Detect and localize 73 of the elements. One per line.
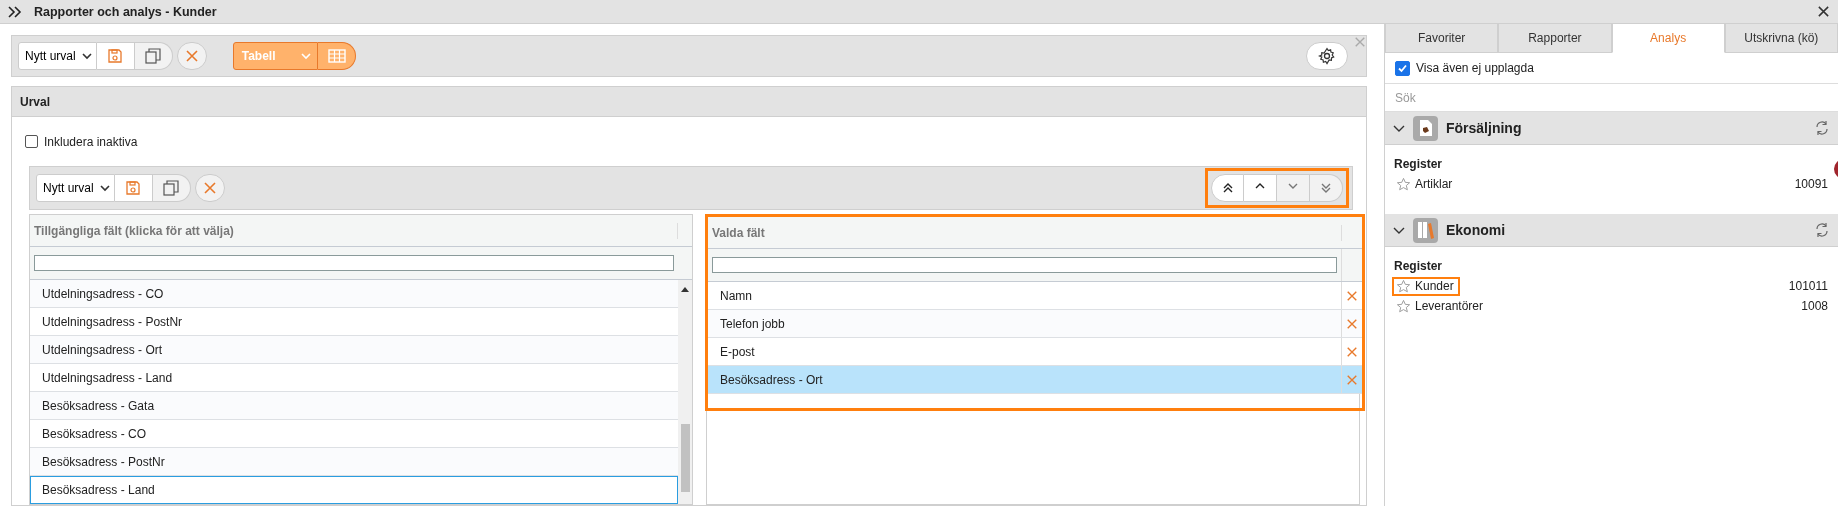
double-chevron-down-icon (1320, 182, 1332, 194)
double-chevron-right-icon[interactable] (8, 5, 22, 18)
list-row[interactable]: Besöksadress - Gata (30, 392, 678, 420)
report-number: 1008 (1801, 299, 1828, 313)
copy-button[interactable] (152, 174, 191, 202)
settings-icon (1318, 47, 1336, 65)
star-icon[interactable] (1396, 278, 1411, 294)
tab[interactable]: Rapporter (1498, 24, 1612, 53)
close-icon (184, 49, 199, 63)
settings-button[interactable] (1306, 42, 1348, 70)
checkbox[interactable] (1395, 60, 1410, 76)
move-button[interactable] (1244, 174, 1277, 202)
double-chevron-up-icon (1221, 182, 1234, 194)
scrollbar[interactable] (678, 280, 692, 504)
table-icon (328, 49, 346, 63)
list-row[interactable]: E-post (708, 338, 1362, 366)
table-view-button[interactable] (318, 42, 357, 70)
report-link[interactable]: Artiklar (1415, 177, 1453, 191)
refresh-icon[interactable] (1814, 222, 1830, 238)
list-row[interactable]: Utdelningsadress - CO (30, 280, 678, 308)
checkbox[interactable] (25, 135, 38, 148)
close-icon (1346, 317, 1358, 330)
column-header: Tillgängliga fält (klicka för att välja) (30, 222, 678, 239)
selection-dropdown[interactable]: Nytt urval (36, 174, 115, 202)
panel-title: Urval (20, 94, 51, 109)
delete-button[interactable] (194, 174, 225, 202)
scroll-up-icon[interactable] (681, 286, 689, 292)
close-icon (1354, 36, 1366, 48)
star-icon[interactable] (1396, 298, 1411, 314)
group-header[interactable]: Försäljning (1385, 112, 1838, 145)
selection-dropdown[interactable]: Nytt urval (18, 42, 97, 70)
close-icon (1346, 373, 1358, 386)
list-row[interactable]: Telefon jobb (708, 310, 1362, 338)
checkmark-icon (1398, 63, 1407, 73)
checkbox-label: Visa även ej upplagda (1416, 61, 1534, 75)
delete-button[interactable] (176, 42, 207, 70)
copy-icon (162, 179, 181, 197)
report-link[interactable]: Leverantörer (1415, 299, 1484, 313)
group-title: Försäljning (1446, 120, 1523, 136)
scrollbar-thumb[interactable] (680, 424, 690, 492)
tab[interactable]: Favoriter (1385, 24, 1499, 53)
close-icon (1346, 289, 1358, 302)
group-header[interactable]: Ekonomi (1385, 214, 1838, 247)
close-icon (1346, 345, 1358, 358)
refresh-icon[interactable] (1814, 120, 1830, 136)
copy-icon (144, 47, 163, 65)
section-title: Register (1394, 259, 1444, 275)
report-number: 10091 (1794, 177, 1828, 191)
save-button[interactable] (96, 42, 135, 70)
chevron-down-icon (99, 184, 110, 192)
list-row[interactable]: Besöksadress - PostNr (30, 448, 678, 476)
tab[interactable]: Utskrivna (kö) (1724, 24, 1838, 53)
list-row[interactable]: Besöksadress - Land (30, 476, 678, 504)
filter-field[interactable] (712, 257, 1337, 273)
group-title: Ekonomi (1446, 222, 1507, 238)
list-row[interactable]: Utdelningsadress - Ort (30, 336, 678, 364)
filter-field[interactable] (34, 255, 674, 271)
checkbox-label: Inkludera inaktiva (44, 134, 138, 149)
report-link[interactable]: Kunder (1415, 279, 1454, 293)
copy-button[interactable] (134, 42, 173, 70)
close-icon (1817, 5, 1830, 18)
star-icon[interactable] (1396, 176, 1411, 192)
move-button[interactable] (1211, 174, 1244, 202)
chevron-down-icon (301, 52, 312, 60)
report-number: 101011 (1788, 279, 1828, 293)
window-title: Rapporter och analys - Kunder (34, 4, 217, 19)
save-button[interactable] (114, 174, 153, 202)
column-header: Valda fält (708, 224, 1342, 241)
chevron-down-icon (81, 52, 92, 60)
list-row[interactable]: Namn (708, 282, 1362, 310)
close-icon (202, 181, 217, 195)
section-title: Register (1394, 157, 1444, 173)
list-row[interactable]: Besöksadress - Ort (708, 366, 1362, 394)
